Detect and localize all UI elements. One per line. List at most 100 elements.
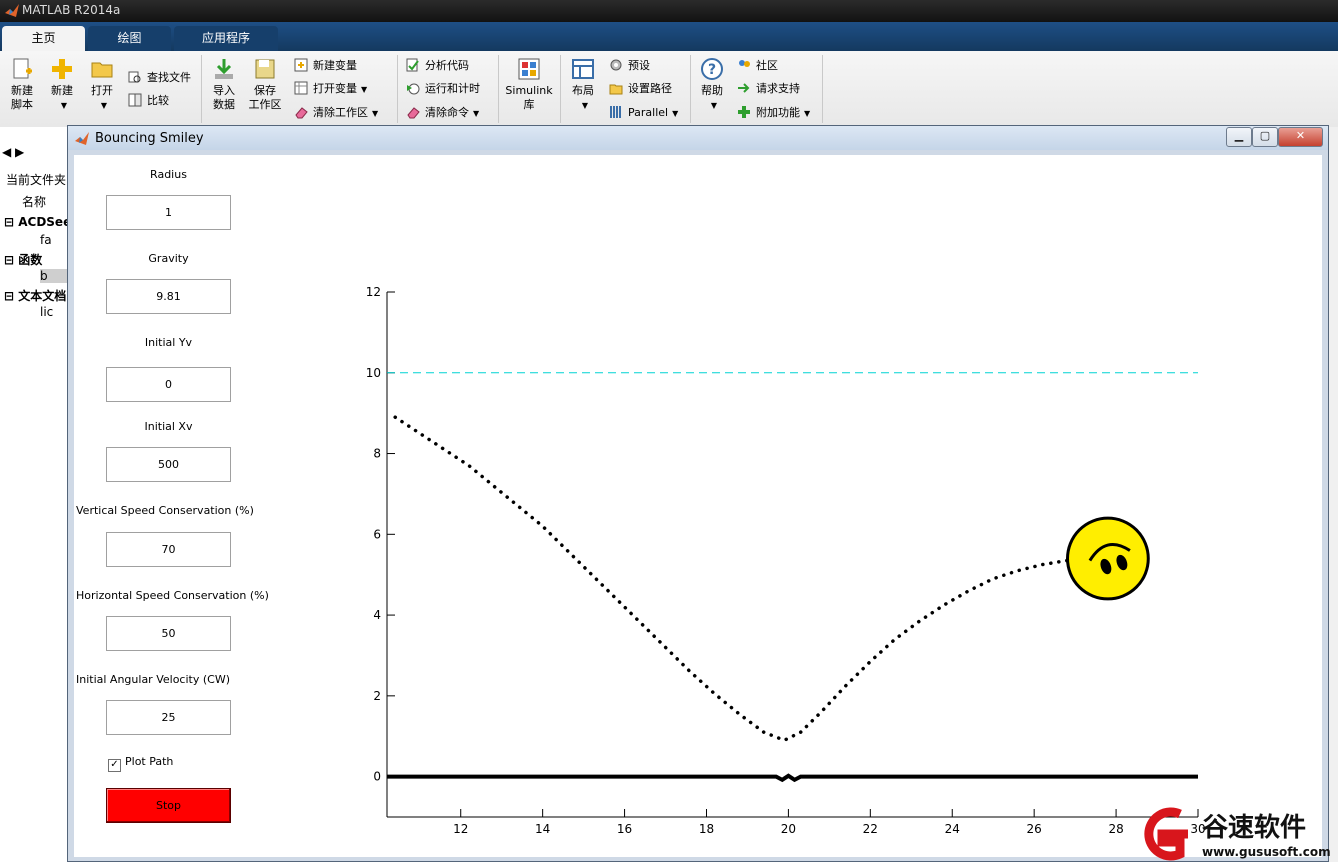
matlab-logo-icon xyxy=(75,132,89,145)
svg-text:?: ? xyxy=(708,62,716,78)
series-line-dotted xyxy=(393,415,1086,743)
help-icon: ? xyxy=(701,58,723,80)
run-and-time-icon xyxy=(407,83,420,95)
open-variable-icon xyxy=(294,81,308,95)
group-label: 文本文档 xyxy=(18,289,67,303)
request-support-icon xyxy=(738,83,750,93)
dropdown-arrow-icon: ▼ xyxy=(60,101,68,110)
run-and-time-label: 运行和计时 xyxy=(425,82,480,95)
help-button[interactable]: ? 帮助 ▼ xyxy=(697,57,727,113)
figure-titlebar[interactable]: Bouncing Smiley ▁ ▢ ✕ xyxy=(68,126,1328,150)
layout-button[interactable]: 布局 ▼ xyxy=(568,57,598,113)
find-files-label: 查找文件 xyxy=(147,71,191,84)
group-label: 函数 xyxy=(18,253,43,267)
preferences-button[interactable]: 预设 xyxy=(609,57,650,75)
file-item[interactable]: fa xyxy=(40,233,52,247)
import-data-icon xyxy=(215,59,233,79)
folder-group-acdsee[interactable]: ⊟ ACDSee xyxy=(4,215,71,229)
new-variable-button[interactable]: 新建变量 xyxy=(294,57,357,75)
file-item[interactable]: lic xyxy=(40,305,53,319)
minimize-button[interactable]: ▁ xyxy=(1226,127,1252,147)
x-tick-label: 12 xyxy=(453,822,468,836)
community-label: 社区 xyxy=(756,59,778,72)
y-tick-label: 8 xyxy=(373,447,381,461)
set-path-button[interactable]: 设置路径 xyxy=(609,80,672,98)
save-workspace-button[interactable]: 保存 工作区 xyxy=(246,57,284,112)
ribbon-separator xyxy=(822,55,823,123)
new-script-icon xyxy=(13,58,32,79)
clear-workspace-label: 清除工作区 xyxy=(313,106,368,119)
clear-commands-label: 清除命令 xyxy=(425,106,469,119)
clear-commands-button[interactable]: 清除命令 ▼ xyxy=(406,104,479,122)
parallel-label: Parallel xyxy=(628,106,669,119)
series-line-ground xyxy=(387,773,1198,783)
clear-workspace-button[interactable]: 清除工作区 ▼ xyxy=(294,104,378,122)
current-folder-title: 当前文件夹 xyxy=(6,173,67,187)
figure-client-area: Radius 1 Gravity 9.81 Initial Yv 0 Initi… xyxy=(74,155,1322,857)
y-tick-label: 2 xyxy=(373,689,381,703)
request-support-label: 请求支持 xyxy=(756,82,800,95)
add-ons-button[interactable]: 附加功能 ▼ xyxy=(737,104,810,122)
add-ons-label: 附加功能 xyxy=(756,106,800,119)
dropdown-arrow-icon: ▼ xyxy=(361,85,368,94)
new-script-button[interactable]: 新建 脚本 xyxy=(6,57,38,112)
ribbon-separator xyxy=(201,55,202,123)
tab-home[interactable]: 主页 xyxy=(2,26,85,51)
figure-title: Bouncing Smiley xyxy=(95,131,204,146)
open-button[interactable]: 打开 ▼ xyxy=(86,57,118,113)
add-ons-icon xyxy=(738,106,750,118)
community-button[interactable]: 社区 xyxy=(737,57,778,75)
x-tick-label: 24 xyxy=(945,822,960,836)
dropdown-arrow-icon: ▼ xyxy=(581,101,589,110)
dropdown-arrow-icon: ▼ xyxy=(804,109,811,118)
x-tick-label: 28 xyxy=(1108,822,1123,836)
plot-axes: 02468101212 14 16 18 20 22 24 26 28 30 xyxy=(366,285,1206,836)
dropdown-arrow-icon: ▼ xyxy=(672,109,679,118)
simulink-library-button[interactable]: Simulink 库 xyxy=(505,57,553,112)
folder-group-functions[interactable]: ⊟ 函数 xyxy=(4,251,42,268)
compare-label: 比较 xyxy=(147,94,169,107)
ribbon-separator xyxy=(560,55,561,123)
import-data-button[interactable]: 导入 数据 xyxy=(208,57,240,112)
ribbon-separator xyxy=(498,55,499,123)
open-variable-button[interactable]: 打开变量 ▼ xyxy=(294,80,367,98)
simulink-icon xyxy=(518,58,540,80)
close-button[interactable]: ✕ xyxy=(1278,127,1323,147)
layout-label: 布局 xyxy=(572,84,594,97)
compare-button[interactable]: 比较 xyxy=(128,92,169,110)
x-tick-label: 18 xyxy=(699,822,714,836)
request-support-button[interactable]: 请求支持 xyxy=(737,80,800,98)
folder-icon xyxy=(91,62,113,78)
parallel-button[interactable]: Parallel ▼ xyxy=(609,104,678,122)
folder-group-text-documents[interactable]: ⊟ 文本文档 xyxy=(4,287,66,304)
new-script-label: 新建 脚本 xyxy=(11,84,33,111)
y-tick-label: 4 xyxy=(373,608,381,622)
run-and-time-button[interactable]: 运行和计时 xyxy=(406,80,480,98)
close-icon: ✕ xyxy=(1295,129,1306,142)
new-button[interactable]: 新建 ▼ xyxy=(46,57,78,113)
simulink-label: Simulink 库 xyxy=(505,84,553,111)
x-tick-label: 14 xyxy=(535,822,550,836)
name-column-header[interactable]: 名称 xyxy=(22,193,46,210)
maximize-icon: ▢ xyxy=(1259,129,1271,142)
nav-back-icon[interactable]: ◀ ▶ xyxy=(2,145,24,159)
figure-window: Bouncing Smiley ▁ ▢ ✕ Radius 1 Gravity 9… xyxy=(67,125,1329,862)
y-tick-label: 0 xyxy=(373,770,381,784)
help-label: 帮助 xyxy=(701,84,723,97)
open-label: 打开 xyxy=(91,84,113,97)
y-tick-label: 12 xyxy=(366,285,381,299)
tab-plots[interactable]: 绘图 xyxy=(88,26,171,51)
ribbon-tab-bar: 主页 绘图 应用程序 xyxy=(0,22,1338,51)
eraser-icon xyxy=(295,107,308,119)
file-item[interactable]: b xyxy=(40,269,70,283)
analyze-code-label: 分析代码 xyxy=(425,59,469,72)
find-files-button[interactable]: 查找文件 xyxy=(128,69,191,87)
plus-icon xyxy=(52,59,72,79)
tab-apps[interactable]: 应用程序 xyxy=(174,26,278,51)
eraser-icon xyxy=(407,107,420,119)
maximize-button[interactable]: ▢ xyxy=(1252,127,1278,147)
analyze-code-button[interactable]: 分析代码 xyxy=(406,57,469,75)
ribbon-separator xyxy=(397,55,398,123)
dropdown-arrow-icon: ▼ xyxy=(710,101,718,110)
save-workspace-icon xyxy=(255,59,275,79)
